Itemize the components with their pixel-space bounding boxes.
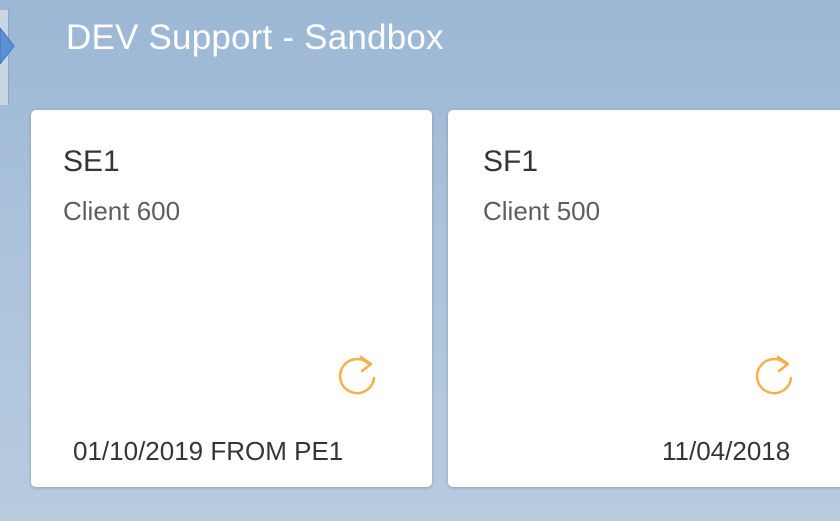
- refresh-icon: [338, 355, 376, 395]
- group-title: DEV Support - Sandbox: [66, 18, 444, 57]
- tile-footer: 11/04/2018: [662, 436, 791, 466]
- tile-footer: 01/10/2019 FROM PE1: [73, 436, 344, 466]
- tile-sf1[interactable]: SF1 Client 500 11/04/2018: [448, 110, 840, 487]
- tile-subtitle: Client 500: [483, 196, 601, 226]
- refresh-icon: [755, 355, 793, 395]
- tile-title: SE1: [63, 145, 120, 178]
- tile-se1[interactable]: SE1 Client 600 01/10/2019 FROM PE1: [31, 110, 432, 487]
- collapse-arrow-icon[interactable]: [0, 28, 18, 68]
- tile-subtitle: Client 600: [63, 196, 181, 226]
- tile-title: SF1: [483, 145, 539, 178]
